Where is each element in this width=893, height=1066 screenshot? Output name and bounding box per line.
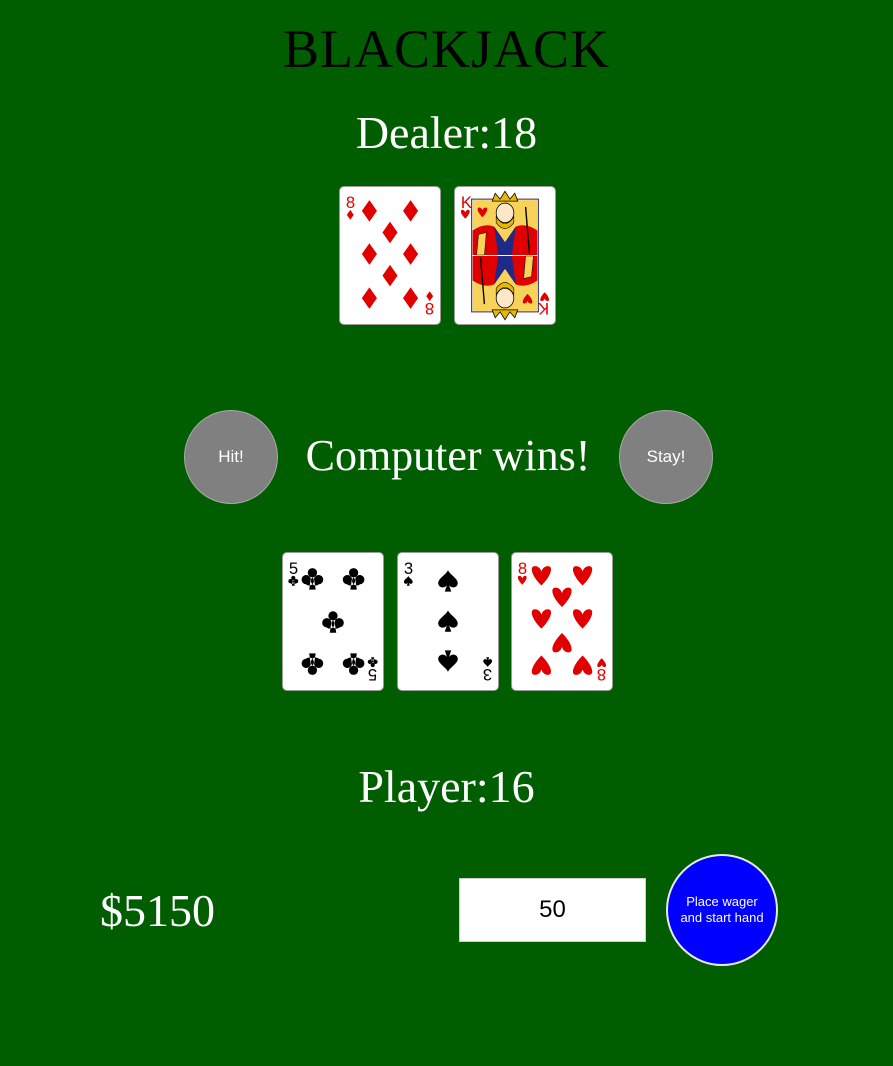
stay-button[interactable]: Stay! (619, 410, 713, 504)
dealer-card-king-hearts: KK (454, 186, 556, 325)
svg-text:3: 3 (404, 559, 413, 578)
place-wager-button[interactable]: Place wager and start hand (666, 854, 778, 966)
player-card-8-hearts: 88 (511, 552, 613, 691)
player-hand: 55 33 88 (0, 552, 893, 694)
game-status-message: Computer wins! (305, 431, 591, 480)
dealer-score: Dealer:18 (0, 106, 893, 159)
dealer-hand: 88 KK (0, 186, 893, 328)
svg-text:8: 8 (597, 665, 606, 684)
hearts-card-face-icon: 88 (518, 559, 606, 684)
svg-text:8: 8 (518, 559, 527, 578)
hit-button[interactable]: Hit! (184, 410, 278, 504)
page-title: BLACKJACK (282, 19, 611, 79)
svg-text:3: 3 (483, 665, 492, 684)
svg-text:8: 8 (346, 193, 355, 212)
spades-card-face-icon: 33 (403, 559, 493, 684)
svg-text:K: K (461, 193, 472, 212)
svg-text:5: 5 (289, 559, 298, 578)
svg-text:5: 5 (368, 665, 377, 684)
wager-input[interactable] (459, 878, 646, 942)
player-score-label: Player: (358, 761, 489, 812)
clubs-card-face-icon: 55 (288, 559, 378, 684)
dealer-card-8-diamonds: 88 (339, 186, 441, 325)
bankroll-amount: $5150 (100, 885, 215, 936)
diamonds-card-face-icon: 88 (346, 193, 434, 318)
dealer-score-label: Dealer: (355, 107, 492, 158)
player-card-3-spades: 33 (397, 552, 499, 691)
dealer-score-value: 18 (491, 107, 538, 158)
player-score: Player:16 (0, 760, 893, 813)
svg-text:8: 8 (425, 299, 434, 318)
svg-text:K: K (538, 299, 549, 318)
hearts-card-face-icon: KK (461, 190, 549, 321)
player-score-value: 16 (488, 761, 535, 812)
player-card-5-clubs: 55 (282, 552, 384, 691)
